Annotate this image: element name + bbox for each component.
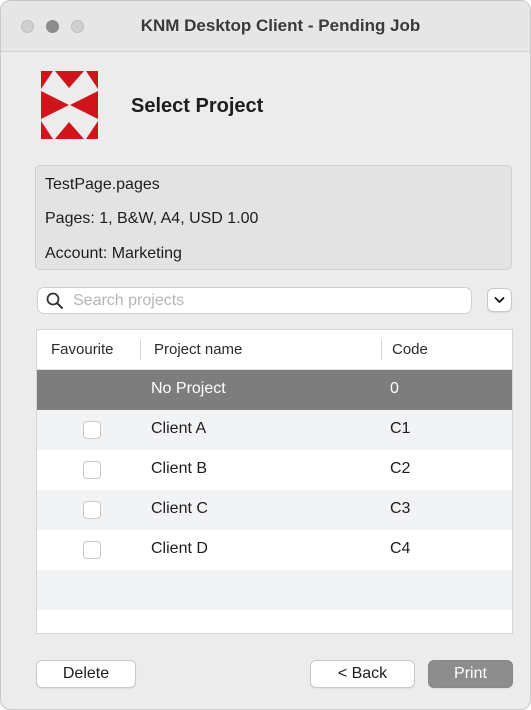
table-row-client-c[interactable]: Client C C3 xyxy=(37,490,512,530)
favourite-checkbox[interactable] xyxy=(83,461,101,479)
favourite-checkbox[interactable] xyxy=(83,541,101,559)
window-title: KNM Desktop Client - Pending Job xyxy=(140,16,421,35)
job-info-panel: TestPage.pages Pages: 1, B&W, A4, USD 1.… xyxy=(35,165,512,270)
column-header-code[interactable]: Code xyxy=(392,341,428,358)
table-row-no-project[interactable]: No Project 0 xyxy=(37,370,512,410)
project-code-cell: C2 xyxy=(390,460,411,477)
print-button[interactable]: Print xyxy=(428,660,513,688)
search-icon xyxy=(46,292,63,309)
project-code-cell: C4 xyxy=(390,540,411,557)
project-name-cell: Client A xyxy=(151,420,207,437)
favourite-checkbox[interactable] xyxy=(83,501,101,519)
table-row-empty xyxy=(37,570,512,610)
search-input[interactable] xyxy=(73,290,463,311)
page-title: Select Project xyxy=(131,95,264,117)
job-account: Account: Marketing xyxy=(45,245,182,262)
project-code-cell: 0 xyxy=(390,380,399,397)
table-row-client-a[interactable]: Client A C1 xyxy=(37,410,512,450)
job-details: Pages: 1, B&W, A4, USD 1.00 xyxy=(45,210,259,227)
project-code-cell: C1 xyxy=(390,420,411,437)
app-window: KNM Desktop Client - Pending Job Select … xyxy=(0,0,531,710)
title-bar: KNM Desktop Client - Pending Job xyxy=(1,1,530,52)
table-row-client-d[interactable]: Client D C4 xyxy=(37,530,512,570)
dropdown-button[interactable] xyxy=(487,288,512,312)
job-filename: TestPage.pages xyxy=(45,176,160,193)
delete-button[interactable]: Delete xyxy=(36,660,136,688)
column-divider[interactable] xyxy=(140,339,141,360)
back-button[interactable]: < Back xyxy=(310,660,415,688)
project-name-cell: Client D xyxy=(151,540,208,557)
project-code-cell: C3 xyxy=(390,500,411,517)
table-header: Favourite Project name Code xyxy=(37,330,512,370)
projects-table: Favourite Project name Code No Project 0… xyxy=(36,329,513,634)
project-name-cell: Client C xyxy=(151,500,208,517)
column-header-project-name[interactable]: Project name xyxy=(154,341,242,358)
column-header-favourite[interactable]: Favourite xyxy=(51,341,114,358)
project-name-cell: No Project xyxy=(151,380,226,397)
favourite-checkbox[interactable] xyxy=(83,421,101,439)
chevron-down-icon xyxy=(494,297,505,303)
table-row-client-b[interactable]: Client B C2 xyxy=(37,450,512,490)
project-name-cell: Client B xyxy=(151,460,208,477)
search-field[interactable] xyxy=(37,287,472,314)
column-divider[interactable] xyxy=(381,339,382,360)
company-logo-icon xyxy=(41,71,98,139)
